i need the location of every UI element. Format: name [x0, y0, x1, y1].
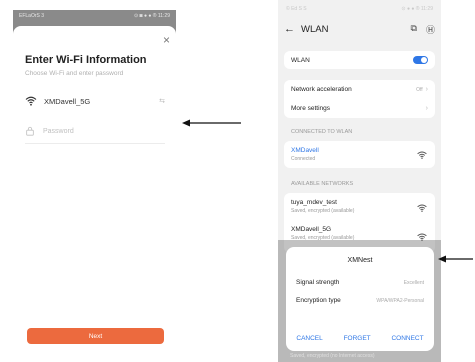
chevron-right-icon: ›	[425, 105, 428, 112]
network-name: tuya_mdev_test	[291, 199, 337, 206]
close-icon[interactable]: ×	[163, 34, 170, 46]
wifi-info-sheet: × Enter Wi-Fi Information Choose Wi-Fi a…	[13, 26, 176, 353]
password-placeholder: Password	[43, 127, 74, 135]
annotation-arrow-left	[182, 119, 241, 127]
signal-strength-label: Signal strength	[296, 279, 340, 286]
wifi-signal-icon	[417, 204, 427, 212]
status-left: EFLaOrS 3	[19, 13, 45, 19]
wlan-toggle-card: WLAN	[284, 51, 435, 69]
network-status: Connected	[291, 156, 316, 162]
wlan-header: ← WLAN ⧉ Ⓗ	[284, 22, 435, 36]
wifi-ssid: XMDavell_5G	[44, 96, 91, 106]
wifi-select-row[interactable]: XMDavell_5G ⇆	[25, 94, 165, 108]
page-title: WLAN	[301, 23, 329, 35]
network-name: XMDavell	[291, 147, 319, 154]
network-acceleration-row[interactable]: Network acceleration Off ›	[284, 80, 435, 99]
right-phone-screen: © Ed S S ⊙ ● ● ® 11:29 ← WLAN ⧉ Ⓗ WLAN N…	[278, 0, 441, 362]
wlan-toggle[interactable]	[413, 56, 428, 64]
dialog-title: XMNest	[347, 257, 373, 264]
left-phone-screen: EFLaOrS 3 ⊙ ◙ ● ● ® 11:29 × Enter Wi-Fi …	[13, 10, 176, 353]
password-underline	[25, 143, 165, 144]
scan-icon[interactable]: ⧉	[411, 23, 417, 36]
signal-strength-row: Signal strength Excellent	[296, 279, 424, 286]
connected-network-row[interactable]: XMDavell Connected	[284, 141, 435, 168]
list-item[interactable]: tuya_mdev_test Saved, encrypted (availab…	[284, 193, 435, 222]
network-name: XMDavell_5G	[291, 226, 332, 233]
network-acceleration-value: Off	[416, 86, 423, 93]
connected-card: XMDavell Connected	[284, 141, 435, 168]
next-button[interactable]: Next	[27, 328, 164, 344]
signal-strength-value: Excellent	[403, 279, 424, 286]
status-left: © Ed S S	[286, 6, 307, 12]
available-section-label: AVAILABLE NETWORKS	[291, 181, 354, 187]
network-status: Saved, encrypted (available)	[291, 208, 355, 214]
list-item-peek: Saved, encrypted (no Internet access)	[290, 353, 375, 359]
encryption-type-label: Encryption type	[296, 297, 341, 304]
wlan-label: WLAN	[291, 56, 310, 64]
forget-button[interactable]: FORGET	[344, 335, 371, 342]
connect-button[interactable]: CONNECT	[391, 335, 423, 342]
status-right: ⊙ ● ● ® 11:29	[401, 6, 433, 12]
lock-icon	[26, 126, 34, 136]
encryption-type-value: WPA/WPA2-Personal	[376, 297, 424, 304]
page-title: Enter Wi-Fi Information	[25, 54, 147, 66]
swap-network-icon[interactable]: ⇆	[159, 97, 165, 105]
status-right: ⊙ ◙ ● ● ® 11:29	[133, 13, 170, 19]
status-bar: EFLaOrS 3 ⊙ ◙ ● ● ® 11:29	[13, 10, 176, 22]
dialog-actions: CANCEL FORGET CONNECT	[286, 335, 434, 342]
cancel-button[interactable]: CANCEL	[296, 335, 322, 342]
wifi-icon	[25, 96, 37, 106]
wifi-signal-icon	[417, 151, 427, 159]
network-details-dialog: XMNest Signal strength Excellent Encrypt…	[286, 247, 434, 351]
chevron-right-icon: ›	[425, 86, 428, 93]
more-settings-label: More settings	[291, 105, 331, 112]
more-settings-row[interactable]: More settings ›	[284, 99, 435, 118]
back-arrow-icon[interactable]: ←	[284, 23, 295, 35]
network-acceleration-label: Network acceleration	[291, 86, 352, 93]
page-subtitle: Choose Wi-Fi and enter password	[25, 70, 124, 77]
encryption-type-row: Encryption type WPA/WPA2-Personal	[296, 297, 424, 304]
status-bar: © Ed S S ⊙ ● ● ® 11:29	[278, 4, 441, 14]
annotation-arrow-right	[438, 255, 473, 263]
settings-card: Network acceleration Off › More settings…	[284, 80, 435, 118]
connected-section-label: CONNECTED TO WLAN	[291, 129, 353, 135]
wlan-row[interactable]: WLAN	[284, 51, 435, 69]
password-field[interactable]: Password	[25, 124, 165, 138]
help-icon[interactable]: Ⓗ	[426, 23, 435, 36]
